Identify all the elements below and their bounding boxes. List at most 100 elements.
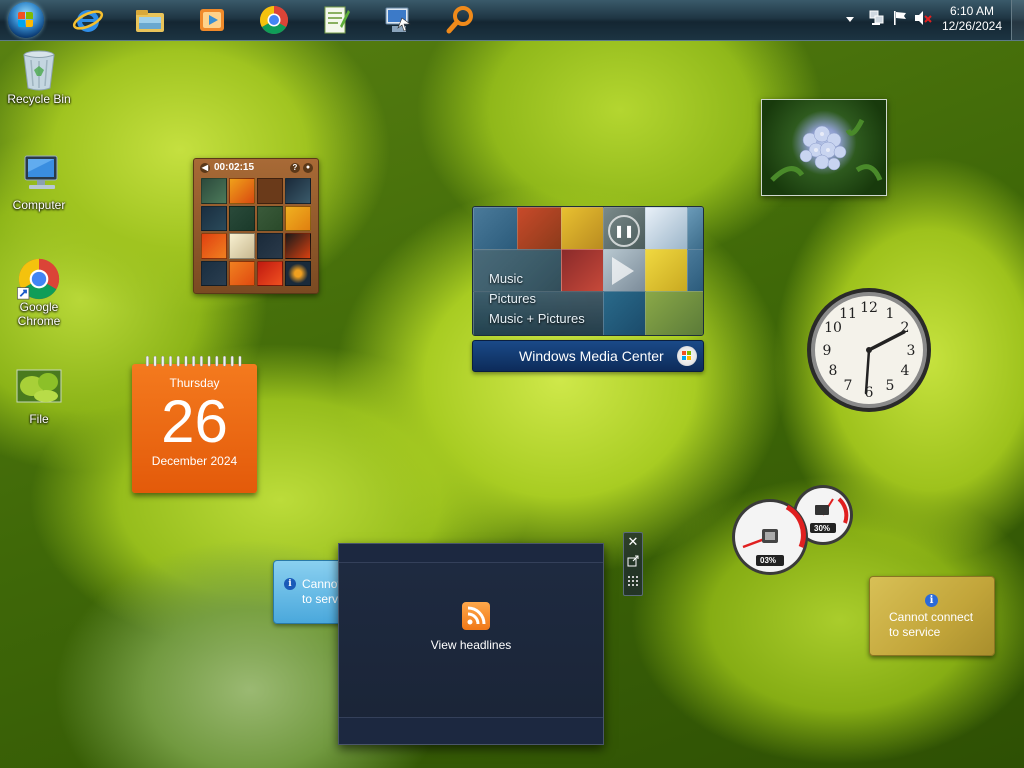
- google-chrome-icon: [17, 256, 60, 300]
- internet-explorer-icon[interactable]: [72, 4, 104, 36]
- show-hidden-icons-arrow-icon[interactable]: [846, 14, 854, 26]
- svg-text:11: 11: [839, 306, 857, 322]
- feed-header: [339, 544, 603, 563]
- puzzle-grid[interactable]: [201, 178, 311, 286]
- puzzle-help-icon[interactable]: ?: [290, 163, 300, 173]
- svg-text:9: 9: [823, 343, 832, 359]
- google-chrome-icon[interactable]: [258, 4, 290, 36]
- windows-logo-icon: [18, 12, 34, 28]
- clock-time: 6:10 AM: [949, 4, 994, 18]
- svg-text:12: 12: [860, 300, 878, 316]
- puzzle-tile[interactable]: [285, 178, 311, 204]
- info-icon: i: [925, 594, 938, 607]
- larger-size-icon[interactable]: [626, 555, 640, 569]
- puzzle-tile[interactable]: [229, 205, 255, 231]
- remote-desktop-icon[interactable]: [382, 4, 414, 36]
- desktop-icon-computer[interactable]: Computer: [1, 154, 77, 212]
- taskbar-clock[interactable]: 6:10 AM 12/26/2024: [942, 4, 1002, 34]
- svg-text:1: 1: [886, 306, 895, 322]
- puzzle-tile[interactable]: [285, 205, 311, 231]
- svg-text:4: 4: [901, 363, 910, 379]
- puzzle-tile[interactable]: [229, 233, 255, 259]
- puzzle-tile[interactable]: [201, 205, 227, 231]
- puzzle-tile[interactable]: [257, 233, 283, 259]
- puzzle-tile[interactable]: [229, 178, 255, 204]
- weather-gadget[interactable]: i Cannot connect to service: [869, 576, 995, 656]
- info-icon: i: [284, 578, 296, 590]
- desktop-icon-recycle-bin[interactable]: Recycle Bin: [1, 48, 77, 106]
- calendar-gadget[interactable]: Thursday 26 December 2024: [132, 356, 257, 493]
- gadget-controls: ✕: [623, 532, 643, 596]
- desktop-icon-label: File: [29, 412, 49, 426]
- svg-text:7: 7: [844, 378, 853, 394]
- puzzle-tile[interactable]: [201, 233, 227, 259]
- action-center-flag-icon[interactable]: [892, 10, 908, 29]
- puzzle-tile[interactable]: [229, 260, 255, 286]
- cpu-percent: 03%: [760, 556, 777, 565]
- media-center-play-icon[interactable]: [612, 257, 634, 285]
- media-center-pause-icon[interactable]: ❚❚: [608, 215, 640, 247]
- start-button[interactable]: [8, 2, 44, 38]
- hydrangea-photo: [770, 118, 883, 182]
- puzzle-tile[interactable]: [285, 260, 311, 286]
- drag-gadget-handle-icon[interactable]: [626, 575, 640, 589]
- media-center-item-music-pictures[interactable]: Music + Pictures: [489, 309, 585, 329]
- desktop-icon-label: Recycle Bin: [7, 92, 71, 106]
- weather-error-line1: Cannot connect: [889, 610, 974, 624]
- memory-percent: 30%: [814, 524, 831, 533]
- view-headlines-link[interactable]: View headlines: [339, 638, 603, 652]
- notepad-plus-plus-icon[interactable]: [320, 4, 352, 36]
- taskbar: 6:10 AM 12/26/2024: [0, 0, 1024, 41]
- media-center-tiles[interactable]: ❚❚ Music Pictures Music + Pictures: [472, 206, 704, 336]
- puzzle-pause-icon[interactable]: ●: [303, 163, 313, 173]
- puzzle-tile[interactable]: [257, 205, 283, 231]
- desktop-icon-file[interactable]: File: [1, 368, 77, 426]
- cpu-meter-gadget[interactable]: 30% 03%: [729, 483, 855, 575]
- media-center-launch-bar[interactable]: Windows Media Center: [472, 340, 704, 372]
- file-icon: [16, 368, 62, 408]
- puzzle-title-bar: ◀ 00:02:15 ? ●: [198, 162, 314, 176]
- volume-muted-icon[interactable]: [914, 10, 932, 29]
- network-icon[interactable]: [868, 10, 884, 29]
- feed-footer: [339, 717, 603, 744]
- cpu-meter-dials: [732, 485, 853, 575]
- analog-clock-face: 12 12 345 678 91011: [807, 288, 931, 412]
- svg-text:5: 5: [886, 378, 895, 394]
- search-icon[interactable]: [444, 4, 476, 36]
- desktop-background[interactable]: 6:10 AM 12/26/2024 Recycle Bin Computer …: [0, 0, 1024, 768]
- weather-error-message: Cannot connect to service: [889, 610, 973, 640]
- calendar-month-year: December 2024: [151, 454, 238, 468]
- media-player-icon[interactable]: [196, 4, 228, 36]
- picture-puzzle-gadget[interactable]: ◀ 00:02:15 ? ●: [193, 158, 319, 294]
- rss-feed-icon[interactable]: [462, 602, 490, 630]
- calendar-day: 26: [161, 388, 228, 455]
- desktop-icon-label: Google Chrome: [17, 300, 61, 328]
- puzzle-tile[interactable]: [257, 178, 283, 204]
- desktop-icon-google-chrome[interactable]: Google Chrome: [1, 256, 77, 328]
- computer-icon: [19, 154, 59, 194]
- slide-show-gadget[interactable]: [761, 99, 887, 196]
- stocks-error-message: Cannot to serv: [302, 577, 341, 607]
- calendar-page[interactable]: Thursday 26 December 2024: [132, 364, 257, 493]
- svg-text:8: 8: [829, 363, 838, 379]
- puzzle-tile[interactable]: [285, 233, 311, 259]
- desktop-icon-label: Computer: [12, 198, 66, 212]
- media-center-item-music[interactable]: Music: [489, 269, 585, 289]
- feed-headlines-gadget[interactable]: View headlines: [338, 543, 604, 745]
- calendar-binding-rings: [145, 356, 242, 367]
- clock-date: 12/26/2024: [941, 19, 1002, 33]
- media-center-item-pictures[interactable]: Pictures: [489, 289, 585, 309]
- weather-error-line2: to service: [889, 625, 941, 639]
- puzzle-tile[interactable]: [257, 260, 283, 286]
- clock-gadget[interactable]: 12 1 2 345 678 9 10 11: [806, 287, 932, 413]
- media-center-gadget[interactable]: ❚❚ Music Pictures Music + Pictures Windo…: [472, 206, 704, 372]
- puzzle-tile[interactable]: [201, 260, 227, 286]
- windows-explorer-icon[interactable]: [134, 4, 166, 36]
- recycle-bin-icon: [19, 48, 59, 91]
- puzzle-back-icon[interactable]: ◀: [200, 163, 210, 173]
- svg-text:3: 3: [907, 343, 916, 359]
- stocks-error-line1: Cannot: [302, 577, 341, 591]
- show-desktop-button[interactable]: [1011, 0, 1024, 40]
- close-icon[interactable]: ✕: [626, 535, 640, 549]
- puzzle-tile[interactable]: [201, 178, 227, 204]
